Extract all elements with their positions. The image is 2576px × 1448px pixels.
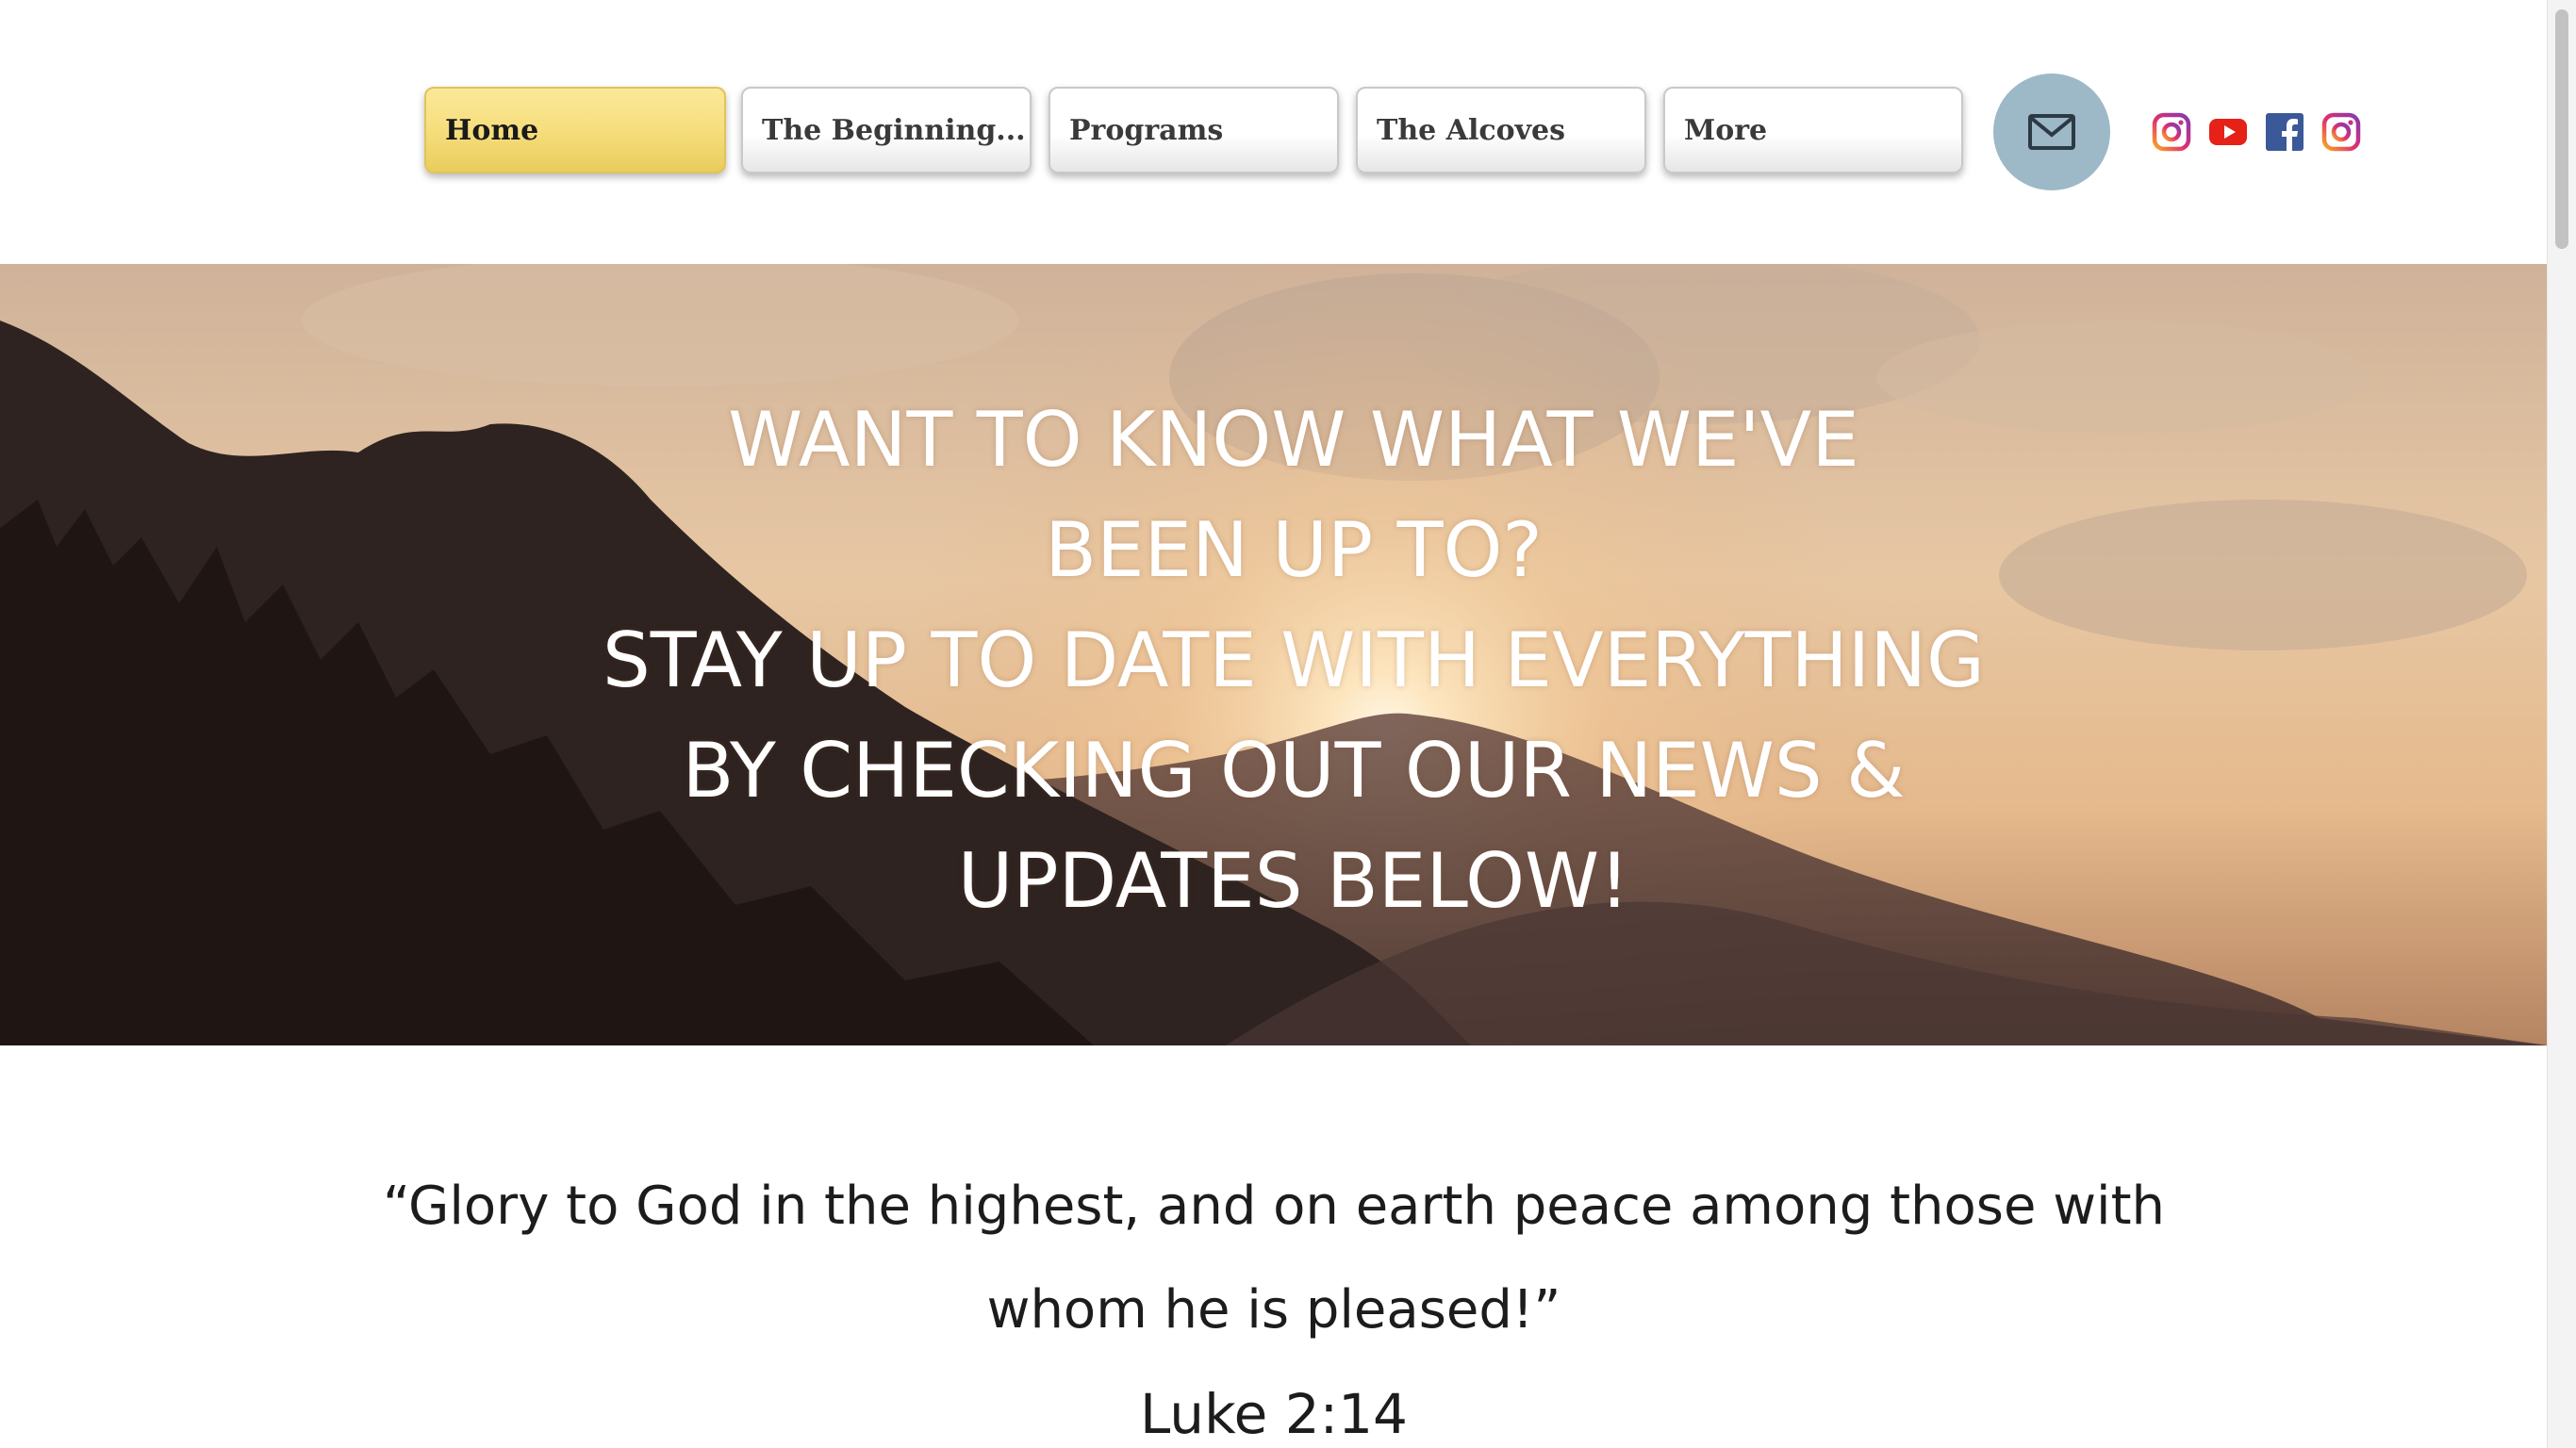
instagram-icon — [2152, 112, 2191, 152]
instagram-link[interactable] — [2152, 112, 2191, 152]
hero-line: BY CHECKING OUT OUR NEWS & — [682, 727, 1906, 814]
quote-line: whom he is pleased!” — [986, 1279, 1561, 1341]
hero-line: WANT TO KNOW WHAT WE'VE — [728, 396, 1859, 484]
facebook-icon — [2266, 113, 2304, 152]
hero-headline: WANT TO KNOW WHAT WE'VE BEEN UP TO? STAY… — [0, 385, 2548, 936]
nav-item-home[interactable]: Home — [424, 87, 726, 173]
youtube-icon — [2209, 119, 2247, 145]
quote-reference: Luke 2:14 — [1140, 1382, 1408, 1446]
instagram-link-2[interactable] — [2321, 112, 2361, 152]
hero-line: UPDATES BELOW! — [957, 837, 1630, 925]
quote-line: “Glory to God in the highest, and on ear… — [382, 1176, 2166, 1237]
nav-item-programs[interactable]: Programs — [1049, 87, 1339, 173]
nav-item-the-beginning[interactable]: The Beginning... — [741, 87, 1032, 173]
hero-banner: WANT TO KNOW WHAT WE'VE BEEN UP TO? STAY… — [0, 264, 2548, 1045]
nav-item-more[interactable]: More — [1663, 87, 1963, 173]
hero-line: STAY UP TO DATE WITH EVERYTHING — [602, 617, 1986, 704]
mail-button[interactable] — [1993, 74, 2110, 190]
page-scrollbar[interactable] — [2547, 0, 2576, 1448]
mail-icon — [2028, 114, 2075, 150]
scrollbar-thumb[interactable] — [2555, 9, 2568, 249]
instagram-icon — [2321, 112, 2361, 152]
page: Home The Beginning... Programs The Alcov… — [0, 0, 2576, 1448]
nav-item-the-alcoves[interactable]: The Alcoves — [1356, 87, 1646, 173]
youtube-link[interactable] — [2208, 112, 2248, 152]
scripture-quote: “Glory to God in the highest, and on ear… — [0, 1155, 2548, 1448]
hero-line: BEEN UP TO? — [1045, 506, 1543, 594]
facebook-link[interactable] — [2265, 112, 2304, 152]
